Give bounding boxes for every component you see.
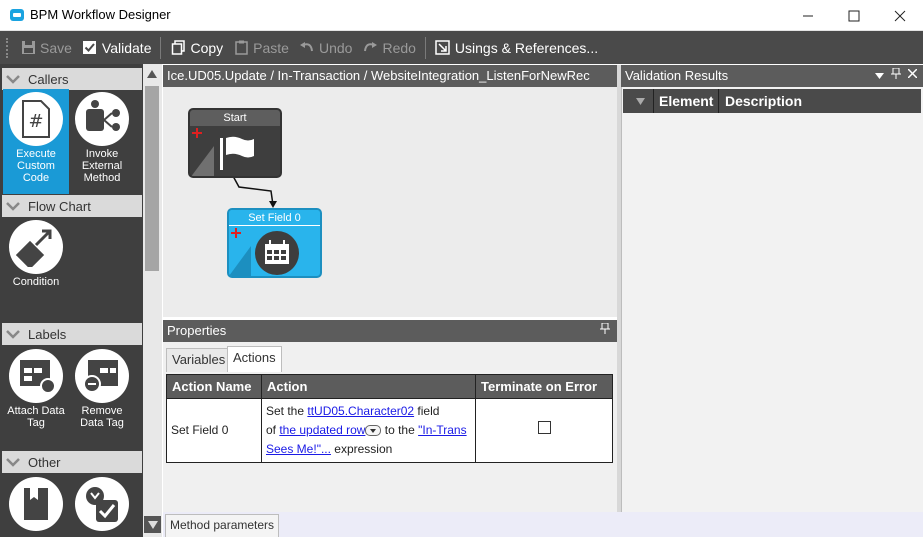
pin-icon[interactable]: [600, 323, 610, 334]
field-link[interactable]: ttUD05.Character02: [307, 404, 414, 418]
toolbar-separator: [160, 36, 162, 59]
toolbox-scrollbar[interactable]: [143, 64, 162, 537]
chevron-down-icon: [6, 202, 20, 211]
close-icon: [894, 10, 906, 21]
properties-panel: Variables Actions Action Name Action Ter…: [163, 342, 617, 512]
node-set-field-0[interactable]: Set Field 0: [227, 208, 322, 278]
redo-button[interactable]: Redo: [357, 36, 420, 60]
minimize-icon: [803, 15, 813, 16]
remove-tag-icon: [75, 349, 129, 403]
app-icon: [10, 9, 24, 21]
copy-icon: [170, 40, 186, 56]
toolbar-separator: [424, 36, 426, 59]
actions-table: Action Name Action Terminate on Error Se…: [166, 374, 613, 463]
calendar-icon: [229, 231, 299, 276]
minimize-button[interactable]: [785, 0, 831, 31]
chevron-down-icon: [6, 330, 20, 339]
scroll-down-icon: [148, 521, 158, 529]
attach-tag-icon: [9, 349, 63, 403]
undo-icon: [299, 40, 315, 56]
chevron-down-icon: [6, 75, 20, 84]
toolbox-panel: Callers # Execute Custom Code Invoke Ext…: [0, 64, 143, 537]
paste-button[interactable]: Paste: [228, 36, 294, 60]
scrollbar-thumb[interactable]: [145, 86, 159, 271]
column-terminate-on-error[interactable]: Terminate on Error: [475, 374, 613, 399]
tab-method-parameters[interactable]: Method parameters: [165, 514, 280, 537]
terminate-on-error-checkbox[interactable]: [537, 421, 551, 434]
column-action[interactable]: Action: [261, 374, 476, 399]
toolbox-group-flow-chart[interactable]: Flow Chart: [2, 195, 142, 217]
check-download-icon: [75, 477, 129, 531]
save-icon: [20, 40, 36, 56]
references-icon: [435, 40, 451, 56]
maximize-icon: [848, 10, 860, 21]
redo-icon: [362, 40, 378, 56]
book-icon: [9, 477, 63, 531]
tool-execute-custom-code[interactable]: # Execute Custom Code: [3, 89, 69, 194]
tool-attach-data-tag[interactable]: Attach Data Tag: [3, 346, 69, 436]
checkbox-check-icon: [82, 40, 98, 56]
title-bar: BPM Workflow Designer: [0, 0, 923, 31]
terminate-cell: [475, 398, 613, 463]
tool-other-book[interactable]: [3, 474, 69, 537]
column-description[interactable]: Description: [725, 93, 802, 109]
undo-button[interactable]: Undo: [294, 36, 357, 60]
validation-panel: Element Description: [621, 87, 923, 512]
usings-references-button[interactable]: Usings & References...: [430, 36, 603, 60]
row-dropdown-icon[interactable]: [365, 425, 382, 437]
tool-condition[interactable]: Condition: [3, 217, 69, 297]
window-title: BPM Workflow Designer: [30, 7, 171, 22]
custom-code-icon: #: [9, 92, 63, 146]
properties-header: Properties: [163, 320, 617, 342]
copy-button[interactable]: Copy: [165, 36, 228, 60]
maximize-button[interactable]: [831, 0, 877, 31]
column-action-name[interactable]: Action Name: [166, 374, 262, 399]
validate-button[interactable]: Validate: [77, 36, 157, 60]
external-method-icon: [75, 92, 129, 146]
tool-remove-data-tag[interactable]: Remove Data Tag: [69, 346, 135, 436]
workflow-canvas[interactable]: Start Set Field 0: [163, 87, 617, 317]
validation-header: Validation Results: [621, 65, 923, 87]
validation-columns: Element Description: [623, 89, 921, 113]
paste-icon: [233, 40, 249, 56]
svg-text:#: #: [28, 111, 43, 132]
tab-actions[interactable]: Actions: [227, 346, 282, 372]
tab-variables[interactable]: Variables: [166, 348, 232, 372]
tool-other-check[interactable]: [69, 474, 135, 537]
sort-arrow-icon[interactable]: [636, 98, 645, 105]
column-element[interactable]: Element: [659, 93, 713, 109]
toolbox-group-other[interactable]: Other: [2, 451, 142, 473]
close-button[interactable]: [877, 0, 923, 31]
designer-path: Ice.UD05.Update / In-Transaction / Websi…: [163, 65, 617, 87]
save-button[interactable]: Save: [15, 36, 77, 60]
row-link[interactable]: the updated row: [279, 423, 365, 437]
main-toolbar: Save Validate Copy Paste Undo Redo Using…: [0, 31, 923, 64]
condition-icon: [9, 220, 63, 274]
action-name-cell: Set Field 0: [166, 398, 262, 463]
flag-icon: [191, 136, 254, 176]
toolbar-grip[interactable]: [6, 37, 9, 58]
action-description-cell: Set the ttUD05.Character02 field of the …: [261, 398, 476, 463]
scroll-down-button[interactable]: [144, 516, 161, 533]
scroll-up-icon[interactable]: [147, 70, 157, 78]
tool-invoke-external-method[interactable]: Invoke External Method: [69, 89, 135, 194]
dropdown-arrow-icon[interactable]: [875, 73, 884, 79]
close-icon[interactable]: [908, 69, 917, 78]
pin-icon[interactable]: [891, 68, 901, 79]
node-start[interactable]: Start: [188, 108, 282, 178]
chevron-down-icon: [6, 458, 20, 467]
toolbox-group-callers[interactable]: Callers: [2, 68, 142, 90]
toolbox-group-labels[interactable]: Labels: [2, 323, 142, 345]
table-row[interactable]: Set Field 0 Set the ttUD05.Character02 f…: [166, 398, 613, 463]
